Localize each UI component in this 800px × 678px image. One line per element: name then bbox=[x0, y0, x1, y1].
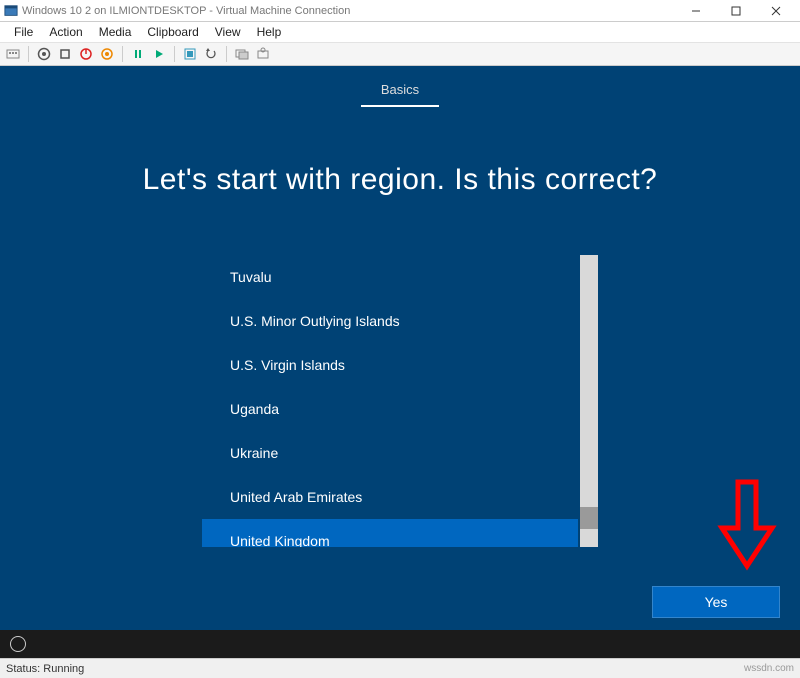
cortana-bar bbox=[0, 630, 800, 658]
region-item[interactable]: Tuvalu bbox=[202, 255, 578, 299]
menu-view[interactable]: View bbox=[207, 25, 249, 39]
status-text: Status: Running bbox=[6, 663, 84, 675]
ctrl-alt-del-icon[interactable] bbox=[4, 45, 22, 63]
statusbar: Status: Running wssdn.com bbox=[0, 658, 800, 678]
menu-media[interactable]: Media bbox=[91, 25, 140, 39]
vm-display: Basics Let's start with region. Is this … bbox=[0, 66, 800, 658]
yes-button[interactable]: Yes bbox=[652, 586, 780, 618]
region-list-container: Tuvalu U.S. Minor Outlying Islands U.S. … bbox=[202, 255, 598, 547]
menu-file[interactable]: File bbox=[6, 25, 41, 39]
region-item[interactable]: U.S. Minor Outlying Islands bbox=[202, 299, 578, 343]
menubar: File Action Media Clipboard View Help bbox=[0, 22, 800, 42]
oobe-screen: Basics Let's start with region. Is this … bbox=[0, 66, 800, 630]
shutdown-icon[interactable] bbox=[77, 45, 95, 63]
start-icon[interactable] bbox=[35, 45, 53, 63]
toolbar-separator bbox=[122, 46, 123, 62]
app-icon bbox=[4, 4, 18, 18]
cortana-icon[interactable] bbox=[10, 636, 26, 652]
oobe-tabs: Basics bbox=[0, 66, 800, 107]
menu-action[interactable]: Action bbox=[41, 25, 90, 39]
region-list[interactable]: Tuvalu U.S. Minor Outlying Islands U.S. … bbox=[202, 255, 578, 547]
scrollbar[interactable] bbox=[580, 255, 598, 547]
region-item[interactable]: Ukraine bbox=[202, 431, 578, 475]
minimize-button[interactable] bbox=[676, 0, 716, 22]
turnoff-icon[interactable] bbox=[56, 45, 74, 63]
oobe-heading: Let's start with region. Is this correct… bbox=[0, 163, 800, 197]
enhanced-session-icon[interactable] bbox=[233, 45, 251, 63]
revert-icon[interactable] bbox=[202, 45, 220, 63]
scrollbar-thumb[interactable] bbox=[580, 507, 598, 529]
maximize-button[interactable] bbox=[716, 0, 756, 22]
pause-icon[interactable] bbox=[129, 45, 147, 63]
share-icon[interactable] bbox=[254, 45, 272, 63]
close-button[interactable] bbox=[756, 0, 796, 22]
region-item[interactable]: United Arab Emirates bbox=[202, 475, 578, 519]
toolbar bbox=[0, 42, 800, 66]
region-item[interactable]: U.S. Virgin Islands bbox=[202, 343, 578, 387]
checkpoint-icon[interactable] bbox=[181, 45, 199, 63]
window-controls bbox=[676, 0, 796, 22]
toolbar-separator bbox=[174, 46, 175, 62]
toolbar-separator bbox=[28, 46, 29, 62]
reset-icon[interactable] bbox=[150, 45, 168, 63]
save-icon[interactable] bbox=[98, 45, 116, 63]
watermark: wssdn.com bbox=[744, 663, 794, 674]
region-item[interactable]: Uganda bbox=[202, 387, 578, 431]
region-item-selected[interactable]: United Kingdom bbox=[202, 519, 578, 547]
tab-basics[interactable]: Basics bbox=[361, 78, 439, 107]
menu-clipboard[interactable]: Clipboard bbox=[139, 25, 206, 39]
titlebar: Windows 10 2 on ILMIONTDESKTOP - Virtual… bbox=[0, 0, 800, 22]
toolbar-separator bbox=[226, 46, 227, 62]
window-title: Windows 10 2 on ILMIONTDESKTOP - Virtual… bbox=[22, 5, 676, 17]
menu-help[interactable]: Help bbox=[249, 25, 290, 39]
